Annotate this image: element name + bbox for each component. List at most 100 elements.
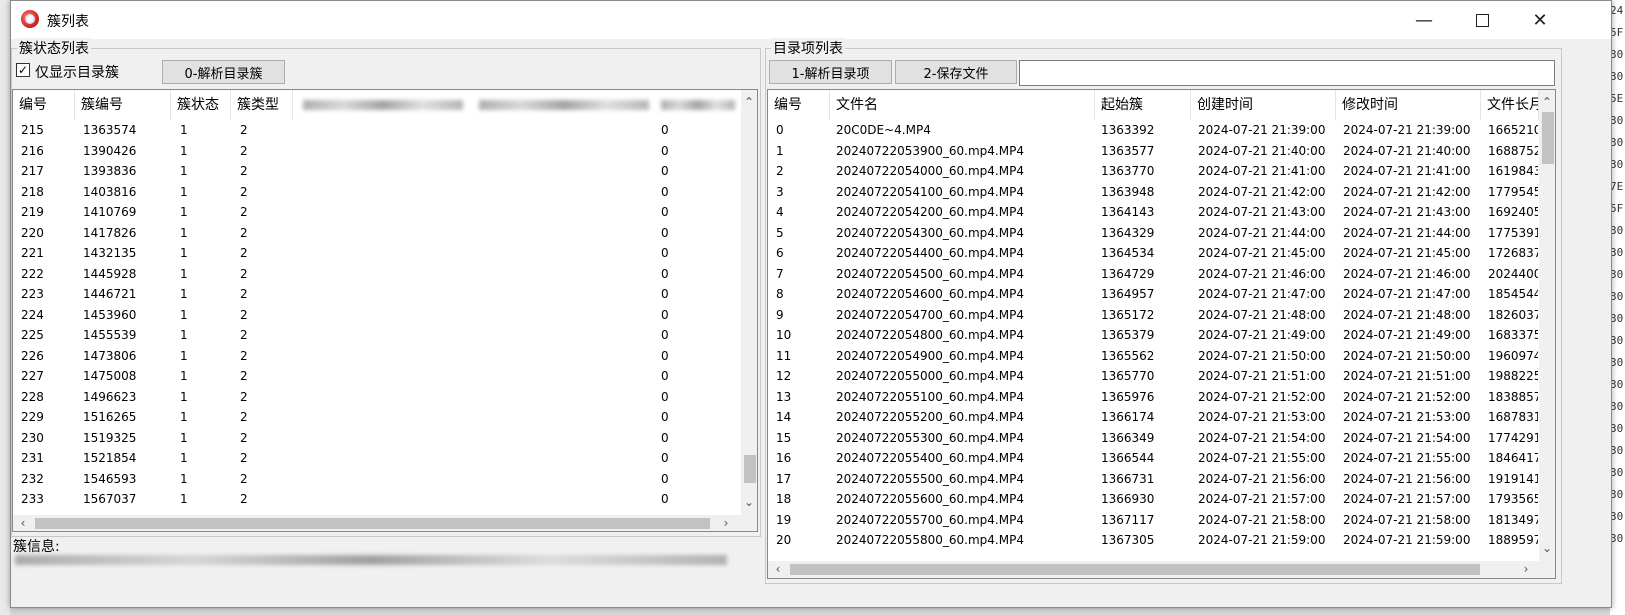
table-row[interactable]: 218 1403816 1 2 0	[13, 182, 757, 203]
cluster-list-vscrollbar[interactable]: ⌃ ⌄	[741, 90, 757, 515]
table-row[interactable]: 10 20240722054800_60.mp4.MP4 1365379 2024-0…	[768, 325, 1555, 346]
table-row[interactable]: 222 1445928 1 2 0	[13, 264, 757, 285]
cell-index: 5	[776, 225, 784, 240]
cell-file-name: 20240722054700_60.mp4.MP4	[836, 307, 1024, 322]
file-path-input[interactable]	[1019, 60, 1555, 86]
minimize-button[interactable]: —	[1395, 1, 1453, 39]
column-header-create-time[interactable]: 创建时间	[1191, 90, 1336, 120]
table-row[interactable]: 8 20240722054600_60.mp4.MP4 1364957 2024-07…	[768, 284, 1555, 305]
scroll-left-icon[interactable]: ‹	[15, 515, 31, 531]
cell-create-time: 2024-07-21 21:54:00	[1198, 430, 1326, 445]
table-row[interactable]: 215 1363574 1 2 0	[13, 120, 757, 141]
maximize-button[interactable]	[1453, 1, 1511, 39]
parse-directory-cluster-button[interactable]: 0-解析目录簇	[162, 60, 285, 84]
column-header-file-name[interactable]: 文件名	[830, 90, 1095, 120]
cell-index: 15	[776, 430, 792, 445]
cell-cluster-number: 1432135	[83, 246, 137, 260]
scroll-up-icon[interactable]: ⌃	[1539, 94, 1555, 110]
table-row[interactable]: 223 1446721 1 2 0	[13, 284, 757, 305]
column-header-cluster-number[interactable]: 簇编号	[75, 90, 171, 120]
table-row[interactable]: 216 1390426 1 2 0	[13, 141, 757, 162]
vscroll-thumb[interactable]	[744, 455, 756, 483]
hscroll-thumb[interactable]	[790, 564, 1480, 575]
directory-list-vscrollbar[interactable]: ⌃ ⌄	[1539, 90, 1555, 561]
table-row[interactable]: 2 20240722054000_60.mp4.MP4 1363770 2024-07…	[768, 161, 1555, 182]
table-row[interactable]: 226 1473806 1 2 0	[13, 346, 757, 367]
cell-modify-time: 2024-07-21 21:39:00	[1343, 123, 1471, 137]
column-header-start-cluster[interactable]: 起始簇	[1095, 90, 1191, 120]
hscroll-thumb[interactable]	[35, 518, 710, 529]
scroll-down-icon[interactable]: ⌄	[1539, 540, 1555, 556]
vscroll-thumb[interactable]	[1542, 112, 1554, 164]
table-row[interactable]: 18 20240722055600_60.mp4.MP4 1366930 2024-0…	[768, 489, 1555, 510]
cell-modify-time: 2024-07-21 21:57:00	[1343, 492, 1471, 506]
table-row[interactable]: 221 1432135 1 2 0	[13, 243, 757, 264]
table-row[interactable]: 228 1496623 1 2 0	[13, 387, 757, 408]
scroll-down-icon[interactable]: ⌄	[741, 494, 757, 510]
table-row[interactable]: 15 20240722055300_60.mp4.MP4 1366349 2024-0…	[768, 428, 1555, 449]
cell-index: 228	[21, 389, 44, 404]
table-row[interactable]: 229 1516265 1 2 0	[13, 407, 757, 428]
cell-value: 0	[661, 164, 669, 178]
table-row[interactable]: 19 20240722055700_60.mp4.MP4 1367117 2024-0…	[768, 510, 1555, 531]
cluster-list-hscrollbar[interactable]: ‹ ›	[13, 515, 757, 531]
column-header-file-length[interactable]: 文件长月	[1481, 90, 1539, 120]
scroll-left-icon[interactable]: ‹	[770, 561, 786, 577]
parse-directory-entry-button[interactable]: 1-解析目录项	[769, 60, 892, 84]
table-row[interactable]: 20 20240722055800_60.mp4.MP4 1367305 2024-0…	[768, 530, 1555, 551]
cell-index: 19	[776, 512, 792, 527]
table-row[interactable]: 3 20240722054100_60.mp4.MP4 1363948 2024-07…	[768, 182, 1555, 203]
table-row[interactable]: 11 20240722054900_60.mp4.MP4 1365562 2024-0…	[768, 346, 1555, 367]
directory-list-hscrollbar[interactable]: ‹ ›	[768, 561, 1555, 578]
cell-file-length: 1793565	[1488, 492, 1538, 506]
save-file-button[interactable]: 2-保存文件	[895, 60, 1017, 84]
table-row[interactable]: 220 1417826 1 2 0	[13, 223, 757, 244]
table-row[interactable]: 217 1393836 1 2 0	[13, 161, 757, 182]
cell-cluster-status: 1	[180, 348, 188, 363]
table-row[interactable]: 12 20240722055000_60.mp4.MP4 1365770 2024-0…	[768, 366, 1555, 387]
cell-file-length: 2024400	[1488, 266, 1538, 281]
close-button[interactable]: ✕	[1511, 1, 1569, 39]
table-row[interactable]: 230 1519325 1 2 0	[13, 428, 757, 449]
column-header-modify-time[interactable]: 修改时间	[1336, 90, 1481, 120]
table-row[interactable]: 219 1410769 1 2 0	[13, 202, 757, 223]
cell-value: 0	[661, 410, 669, 424]
scroll-right-icon[interactable]: ›	[1518, 561, 1534, 577]
table-row[interactable]: 224 1453960 1 2 0	[13, 305, 757, 326]
cell-modify-time: 2024-07-21 21:46:00	[1343, 266, 1471, 281]
table-row[interactable]: 1 20240722053900_60.mp4.MP4 1363577 2024-07…	[768, 141, 1555, 162]
directory-only-checkbox[interactable]: ✓	[16, 63, 30, 77]
cell-start-cluster: 1365172	[1101, 307, 1155, 322]
column-header-index[interactable]: 编号	[13, 90, 75, 120]
table-row[interactable]: 227 1475008 1 2 0	[13, 366, 757, 387]
table-row[interactable]: 225 1455539 1 2 0	[13, 325, 757, 346]
cell-cluster-type: 2	[240, 225, 248, 240]
directory-entry-list[interactable]: 编号 文件名 起始簇 创建时间 修改时间 文件长月 0 20C0DE~4.MP4 1…	[767, 89, 1556, 579]
table-row[interactable]: 7 20240722054500_60.mp4.MP4 1364729 2024-07…	[768, 264, 1555, 285]
column-header-cluster-type[interactable]: 簇类型	[231, 90, 293, 120]
table-row[interactable]: 9 20240722054700_60.mp4.MP4 1365172 2024-07…	[768, 305, 1555, 326]
table-row[interactable]: 17 20240722055500_60.mp4.MP4 1366731 2024-0…	[768, 469, 1555, 490]
table-row[interactable]: 232 1546593 1 2 0	[13, 469, 757, 490]
table-row[interactable]: 5 20240722054300_60.mp4.MP4 1364329 2024-07…	[768, 223, 1555, 244]
table-row[interactable]: 0 20C0DE~4.MP4 1363392 2024-07-21 21:39:00 2…	[768, 120, 1555, 141]
table-row[interactable]: 231 1521854 1 2 0	[13, 448, 757, 469]
cell-start-cluster: 1366731	[1101, 471, 1155, 486]
table-row[interactable]: 4 20240722054200_60.mp4.MP4 1364143 2024-07…	[768, 202, 1555, 223]
cluster-list-header: 编号 簇编号 簇状态 簇类型	[13, 90, 757, 120]
scroll-right-icon[interactable]: ›	[718, 515, 734, 531]
cell-modify-time: 2024-07-21 21:50:00	[1343, 348, 1471, 363]
table-row[interactable]: 14 20240722055200_60.mp4.MP4 1366174 2024-0…	[768, 407, 1555, 428]
cluster-status-list[interactable]: 编号 簇编号 簇状态 簇类型 215 1363574 1 2 0 216 1390426 1 2…	[12, 89, 758, 532]
table-row[interactable]: 233 1567037 1 2 0	[13, 489, 757, 510]
table-row[interactable]: 6 20240722054400_60.mp4.MP4 1364534 2024-07…	[768, 243, 1555, 264]
column-header-cluster-status[interactable]: 簇状态	[171, 90, 231, 120]
cell-modify-time: 2024-07-21 21:45:00	[1343, 246, 1471, 260]
directory-only-label: 仅显示目录簇	[35, 65, 119, 81]
table-row[interactable]: 13 20240722055100_60.mp4.MP4 1365976 2024-0…	[768, 387, 1555, 408]
column-header-index[interactable]: 编号	[768, 90, 830, 120]
cell-start-cluster: 1366349	[1101, 430, 1155, 445]
table-row[interactable]: 16 20240722055400_60.mp4.MP4 1366544 2024-0…	[768, 448, 1555, 469]
scroll-up-icon[interactable]: ⌃	[741, 94, 757, 110]
cell-create-time: 2024-07-21 21:39:00	[1198, 123, 1326, 137]
